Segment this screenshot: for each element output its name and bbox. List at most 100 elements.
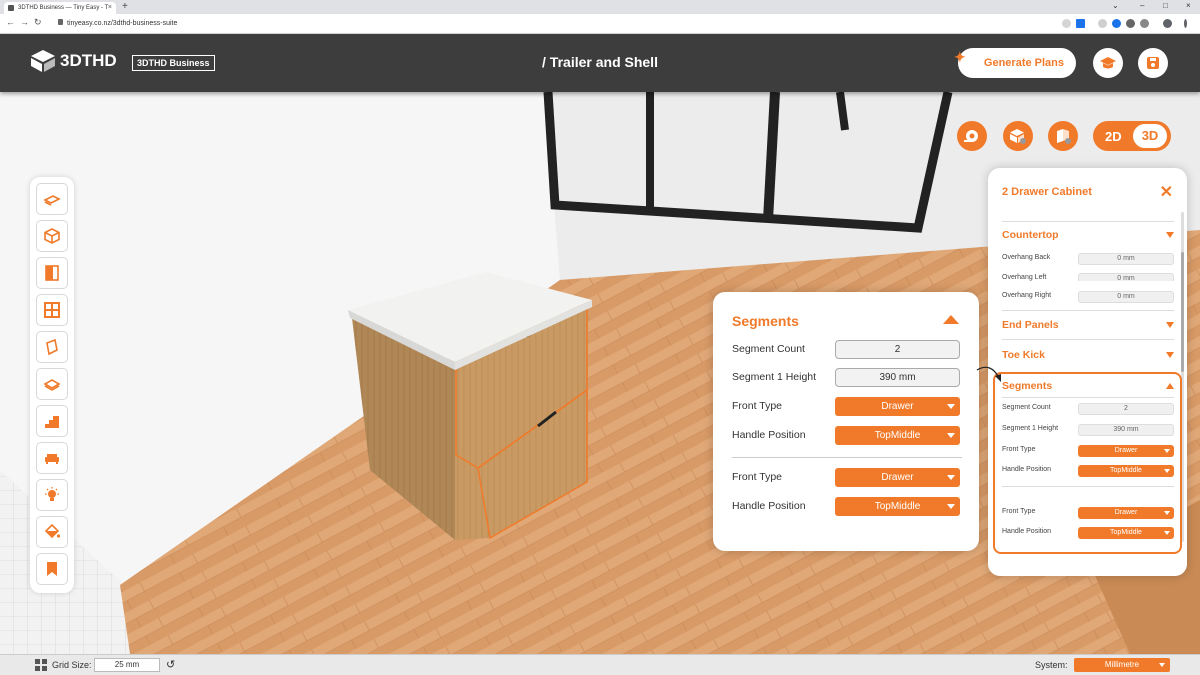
address-bar: ← → ↻ tinyeasy.co.nz/3dthd-business-suit… (0, 14, 1200, 34)
generate-plans-button[interactable]: ✦ Generate Plans (954, 48, 1076, 78)
toolbar-lighting[interactable] (36, 479, 68, 511)
tutorial-button[interactable] (1093, 48, 1123, 78)
overhang-left-input[interactable]: 0 mm (1078, 273, 1174, 281)
seg1-front-type-select[interactable]: Drawer (835, 397, 960, 416)
props-segment-height-input[interactable]: 390 mm (1078, 424, 1174, 436)
reload-icon[interactable]: ↻ (34, 17, 42, 28)
scrollbar-thumb[interactable] (1181, 252, 1184, 372)
seg1-handle-select[interactable]: TopMiddle (835, 426, 960, 445)
section-divider (1002, 339, 1174, 340)
section-countertop[interactable]: Countertop (1002, 229, 1174, 241)
toolbar-walls[interactable] (36, 331, 68, 363)
overhang-back-label: Overhang Back (1002, 254, 1051, 261)
sofa-icon (45, 454, 59, 464)
props-s1-handle-select[interactable]: TopMiddle (1078, 465, 1174, 477)
new-tab-icon[interactable]: + (122, 1, 128, 12)
front-type-label: Front Type (732, 471, 782, 483)
minimize-icon[interactable]: – (1140, 1, 1144, 10)
segments-popup-title: Segments (732, 313, 799, 329)
props-s1-front-row: Front Type Drawer (1002, 445, 1174, 457)
view-shell-button[interactable] (1003, 121, 1033, 151)
grid-size-label: Grid Size: (52, 660, 92, 670)
seg2-front-type-select[interactable]: Drawer (835, 468, 960, 487)
profile-icon[interactable] (1163, 19, 1172, 28)
browser-tab[interactable]: 3DTHD Business — Tiny Easy - T × (4, 2, 116, 14)
props-handle-position-label: Handle Position (1002, 466, 1052, 473)
tab-search-icon[interactable]: ⌄ (1112, 1, 1119, 10)
browser-menu-icon[interactable] (1184, 19, 1187, 28)
segment1-height-input[interactable]: 390 mm (835, 368, 960, 387)
extension-icon[interactable] (1126, 19, 1135, 28)
overhang-back-row: Overhang Back 0 mm (1002, 253, 1174, 265)
callout-arrow-icon (976, 366, 1001, 382)
save-button[interactable] (1138, 48, 1168, 78)
toolbar-furniture[interactable] (36, 442, 68, 474)
segment-count-label: Segment Count (732, 343, 805, 355)
props-front-type-label: Front Type (1002, 508, 1036, 515)
extension-puzzle-icon[interactable] (1140, 19, 1149, 28)
props-s1-handle-value: TopMiddle (1110, 467, 1142, 474)
toolbar-bookmarks[interactable] (36, 553, 68, 585)
segment-count-input[interactable]: 2 (835, 340, 960, 359)
close-icon[interactable]: ✕ (1160, 182, 1173, 202)
close-tab-icon[interactable]: × (108, 2, 112, 14)
chevron-down-icon (947, 404, 955, 409)
walls-view-icon (1057, 129, 1071, 144)
props-segment-count-input[interactable]: 2 (1078, 403, 1174, 415)
stairs-icon (45, 416, 59, 428)
props-s1-front-select[interactable]: Drawer (1078, 445, 1174, 457)
chevron-up-icon (1166, 383, 1174, 389)
bookmark-star-icon[interactable] (1076, 19, 1085, 28)
system-label: System: (1035, 660, 1068, 670)
chevron-down-icon (947, 504, 955, 509)
toolbar-floor[interactable] (36, 368, 68, 400)
sparkle-icon: ✦ (954, 49, 966, 65)
reset-icon[interactable]: ↺ (166, 658, 175, 671)
toolbar-trailer[interactable] (36, 183, 68, 215)
view-mode-toggle[interactable]: 2D 3D (1093, 121, 1171, 151)
chevron-down-icon (1164, 449, 1170, 453)
segment1-height-label: Segment 1 Height (732, 371, 817, 383)
status-bar: Grid Size: 25 mm ↺ System: Millimetre (0, 654, 1200, 675)
seg1-handle-row: Handle Position TopMiddle (732, 426, 962, 446)
chevron-down-icon (1164, 511, 1170, 515)
measure-tape-button[interactable] (957, 121, 987, 151)
restore-icon[interactable]: □ (1163, 1, 1168, 10)
app-header: 3DTHD 3DTHD Business / Trailer and Shell… (0, 34, 1200, 92)
back-icon[interactable]: ← (6, 17, 15, 27)
toolbar-windows[interactable] (36, 294, 68, 326)
overhang-back-input[interactable]: 0 mm (1078, 253, 1174, 265)
collapse-caret-icon[interactable] (943, 315, 959, 324)
props-s2-handle-select[interactable]: TopMiddle (1078, 527, 1174, 539)
left-toolbar (30, 177, 74, 593)
toggle-2d[interactable]: 2D (1105, 129, 1122, 144)
extension-camera-icon[interactable] (1098, 19, 1107, 28)
share-icon[interactable] (1062, 19, 1071, 28)
view-walls-button[interactable] (1048, 121, 1078, 151)
toolbar-doors[interactable] (36, 257, 68, 289)
url-text: tinyeasy.co.nz/3dthd-business-suite (67, 20, 178, 27)
toggle-3d[interactable]: 3D (1133, 124, 1167, 148)
section-end-panels[interactable]: End Panels (1002, 319, 1174, 331)
favicon-icon (8, 5, 14, 11)
unit-system-select[interactable]: Millimetre (1074, 658, 1170, 672)
toolbar-paint[interactable] (36, 516, 68, 548)
toolbar-stairs[interactable] (36, 405, 68, 437)
overhang-right-input[interactable]: 0 mm (1078, 291, 1174, 303)
toolbar-shell[interactable] (36, 220, 68, 252)
end-panels-heading: End Panels (1002, 319, 1059, 331)
forward-icon[interactable]: → (20, 17, 29, 27)
grid-size-input[interactable]: 25 mm (94, 658, 160, 672)
props-segment-count-label: Segment Count (1002, 404, 1051, 411)
save-icon (1147, 57, 1159, 69)
extension-circle-icon[interactable] (1112, 19, 1121, 28)
overhang-left-row: Overhang Left 0 mm (1002, 273, 1174, 281)
section-segments[interactable]: Segments (1002, 380, 1174, 392)
seg2-handle-select[interactable]: TopMiddle (835, 497, 960, 516)
section-toe-kick[interactable]: Toe Kick (1002, 349, 1174, 361)
shell-view-icon (1010, 129, 1026, 144)
url-field[interactable]: tinyeasy.co.nz/3dthd-business-suite (58, 17, 177, 31)
window-close-icon[interactable]: × (1186, 1, 1191, 10)
props-s2-front-select[interactable]: Drawer (1078, 507, 1174, 519)
graduation-cap-icon (1100, 57, 1116, 69)
